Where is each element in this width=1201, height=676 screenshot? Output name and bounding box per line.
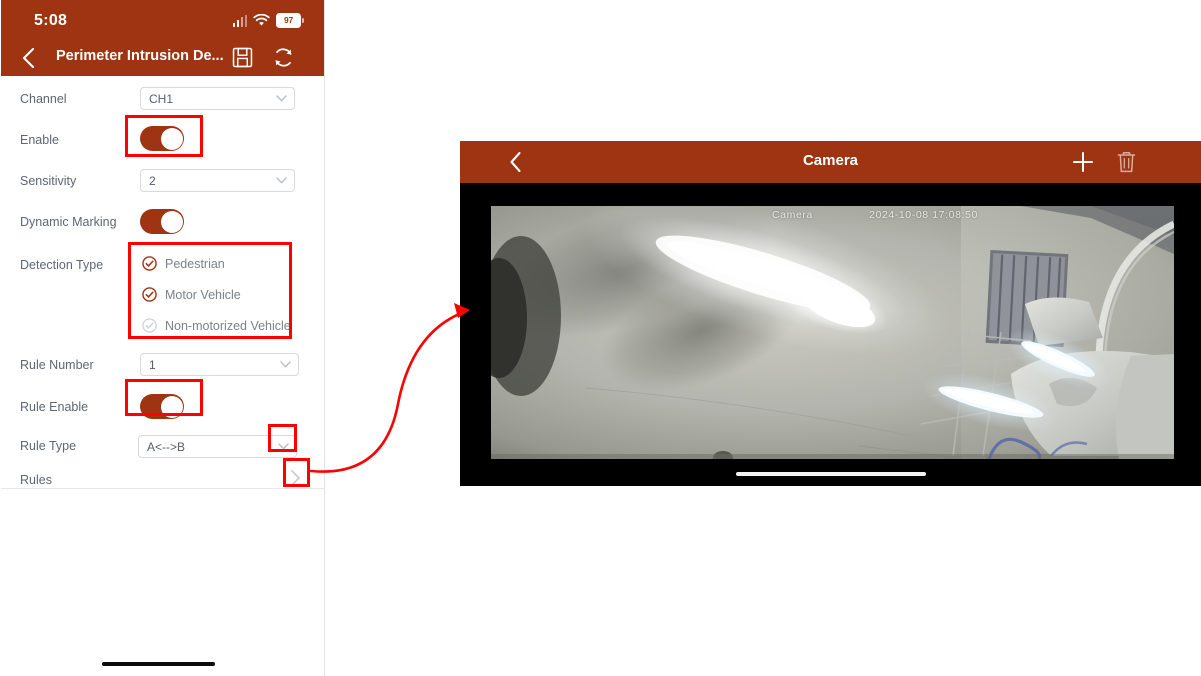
- detection-option-non-motorized-vehicle[interactable]: Non-motorized Vehicle: [142, 318, 291, 333]
- toggle-knob: [160, 395, 183, 418]
- form-bottom-divider: [1, 488, 324, 489]
- row-rule-number: Rule Number 1: [1, 344, 324, 386]
- row-label-rules: Rules: [20, 473, 52, 487]
- curved-arrow-shaft: [309, 310, 466, 473]
- sensitivity-select-value: 2: [149, 174, 156, 188]
- app-bar: 5:08 97 Perimeter Intrusion De...: [1, 0, 324, 76]
- channel-select-value: CH1: [149, 92, 174, 106]
- row-rules[interactable]: Rules: [1, 464, 324, 496]
- delete-trash-icon[interactable]: [1116, 150, 1137, 174]
- status-icons: 97: [232, 13, 304, 28]
- nav-bar: Perimeter Intrusion De...: [1, 42, 324, 76]
- signal-bars-icon: [232, 14, 247, 27]
- back-chevron-left-icon[interactable]: [18, 46, 40, 70]
- row-label-rule-enable: Rule Enable: [20, 400, 89, 414]
- detection-option-label: Pedestrian: [165, 256, 225, 271]
- rule-number-select-value: 1: [149, 358, 156, 372]
- row-label-sensitivity: Sensitivity: [20, 174, 77, 188]
- toggle-knob: [160, 127, 183, 150]
- detection-option-label: Non-motorized Vehicle: [165, 318, 291, 333]
- rule-number-select[interactable]: 1: [140, 353, 299, 376]
- enable-toggle[interactable]: [140, 126, 184, 151]
- wifi-icon: [253, 14, 270, 26]
- sensitivity-select[interactable]: 2: [140, 169, 295, 192]
- camera-live-view-panel: Camera Camera 2024-10-08 17:08:50: [460, 141, 1201, 486]
- row-channel: Channel CH1: [1, 80, 324, 120]
- battery-icon: 97: [276, 13, 304, 28]
- row-label-rule-type: Rule Type: [20, 439, 77, 453]
- chevron-down-icon: [278, 443, 289, 450]
- row-detection-type: Detection Type Pedestrian Motor Vehicle …: [1, 244, 324, 344]
- row-rule-type: Rule Type A<-->B: [1, 426, 324, 464]
- page-title: Perimeter Intrusion De...: [56, 48, 224, 64]
- row-label-detection-type: Detection Type: [20, 258, 104, 272]
- phone-settings-panel: 5:08 97 Perimeter Intrusion De... Channe…: [0, 0, 325, 676]
- row-dynamic-marking: Dynamic Marking: [1, 202, 324, 244]
- chevron-down-icon: [280, 361, 291, 368]
- chevron-down-icon: [276, 95, 287, 102]
- status-time: 5:08: [34, 12, 68, 29]
- refresh-icon[interactable]: [272, 46, 295, 69]
- rule-type-select-value: A<-->B: [147, 440, 186, 454]
- detection-option-pedestrian[interactable]: Pedestrian: [142, 256, 225, 271]
- rule-enable-toggle[interactable]: [140, 394, 184, 419]
- checkbox-checked-icon: [142, 287, 157, 302]
- phone-home-indicator: [102, 662, 215, 666]
- row-rule-enable: Rule Enable: [1, 386, 324, 426]
- toggle-knob: [160, 210, 183, 233]
- channel-select[interactable]: CH1: [140, 87, 295, 110]
- row-label-rule-number: Rule Number: [20, 358, 94, 372]
- dynamic-marking-toggle[interactable]: [140, 209, 184, 234]
- row-enable: Enable: [1, 120, 324, 162]
- rule-type-select[interactable]: A<-->B: [138, 435, 297, 458]
- camera-video-feed[interactable]: Camera 2024-10-08 17:08:50: [491, 206, 1174, 459]
- video-osd-timestamp: 2024-10-08 17:08:50: [869, 209, 978, 221]
- phone-screen: 5:08 97 Perimeter Intrusion De... Channe…: [1, 0, 324, 676]
- battery-level: 97: [283, 15, 294, 26]
- chevron-down-icon: [276, 177, 287, 184]
- add-plus-icon[interactable]: [1071, 150, 1095, 174]
- video-osd-channel-name: Camera: [772, 209, 813, 221]
- detection-option-label: Motor Vehicle: [165, 287, 241, 302]
- camera-home-indicator: [736, 472, 926, 476]
- row-label-dynamic-marking: Dynamic Marking: [20, 215, 117, 229]
- rules-chevron-right-icon[interactable]: [289, 469, 302, 487]
- checkbox-unchecked-icon: [142, 318, 157, 333]
- save-disk-icon[interactable]: [232, 47, 253, 68]
- video-frame-image: [491, 206, 1174, 459]
- status-bar: 5:08 97: [1, 0, 324, 42]
- screenshot-root: 5:08 97 Perimeter Intrusion De... Channe…: [0, 0, 1201, 676]
- row-label-enable: Enable: [20, 133, 59, 147]
- checkbox-checked-icon: [142, 256, 157, 271]
- detection-option-motor-vehicle[interactable]: Motor Vehicle: [142, 287, 241, 302]
- row-label-channel: Channel: [20, 92, 67, 106]
- row-sensitivity: Sensitivity 2: [1, 162, 324, 202]
